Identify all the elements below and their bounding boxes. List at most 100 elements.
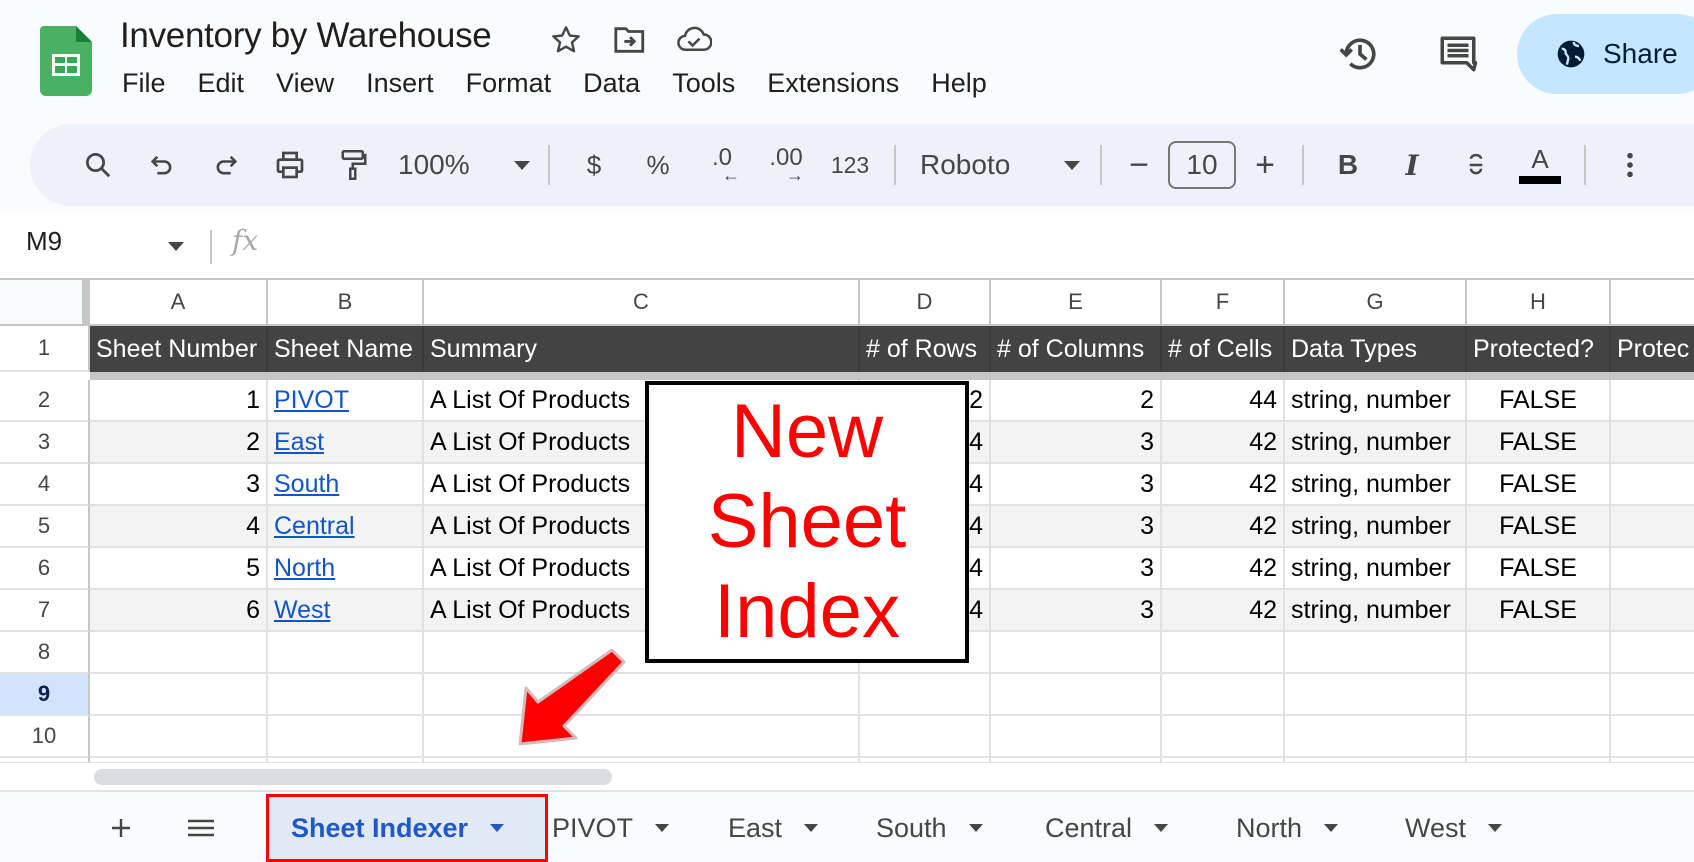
table-cell[interactable]: 42	[1162, 548, 1285, 590]
menu-edit[interactable]: Edit	[198, 68, 245, 99]
sheet-tab[interactable]: South	[876, 794, 983, 862]
cloud-saved-icon[interactable]	[674, 20, 714, 60]
table-cell[interactable]: FALSE	[1467, 380, 1611, 422]
table-cell[interactable]: string, number	[1285, 464, 1467, 506]
table-cell[interactable]: FALSE	[1467, 464, 1611, 506]
table-cell[interactable]: 3	[991, 506, 1162, 548]
table-cell[interactable]: FALSE	[1467, 548, 1611, 590]
column-header[interactable]: E	[991, 280, 1162, 326]
move-folder-icon[interactable]	[610, 20, 650, 60]
table-cell[interactable]: string, number	[1285, 380, 1467, 422]
menu-help[interactable]: Help	[931, 68, 987, 99]
zoom-select[interactable]: 100%	[386, 137, 536, 193]
table-cell[interactable]	[1611, 590, 1694, 632]
table-cell[interactable]: 4	[90, 506, 268, 548]
table-cell[interactable]	[90, 632, 268, 674]
table-cell[interactable]: 42	[1162, 464, 1285, 506]
table-cell[interactable]: 3	[90, 464, 268, 506]
table-cell[interactable]: 42	[1162, 422, 1285, 464]
header-cell[interactable]: # of Columns	[991, 326, 1162, 372]
table-cell[interactable]	[1611, 380, 1694, 422]
table-cell[interactable]	[1611, 632, 1694, 674]
table-cell[interactable]: West	[268, 590, 424, 632]
undo-button[interactable]	[130, 137, 194, 193]
strikethrough-button[interactable]	[1444, 137, 1508, 193]
chevron-down-icon[interactable]	[1324, 824, 1339, 832]
header-cell[interactable]: # of Cells	[1162, 326, 1285, 372]
table-cell[interactable]	[424, 716, 860, 758]
table-cell[interactable]	[1162, 632, 1285, 674]
table-cell[interactable]	[1285, 674, 1467, 716]
table-cell[interactable]	[1162, 716, 1285, 758]
decrease-font-size-button[interactable]: −	[1114, 137, 1164, 193]
table-cell[interactable]	[1467, 716, 1611, 758]
row-header[interactable]: 10	[0, 716, 90, 758]
table-cell[interactable]	[424, 674, 860, 716]
chevron-down-icon[interactable]	[968, 824, 983, 832]
bold-button[interactable]: B	[1316, 137, 1380, 193]
redo-button[interactable]	[194, 137, 258, 193]
increase-decimal-button[interactable]: .00 →	[754, 137, 818, 193]
sheet-link[interactable]: PIVOT	[274, 386, 349, 415]
sheet-link[interactable]: West	[274, 596, 331, 625]
share-button[interactable]: Share	[1517, 14, 1694, 94]
paint-format-button[interactable]	[322, 137, 386, 193]
chevron-down-icon[interactable]	[168, 242, 184, 251]
column-header[interactable]: F	[1162, 280, 1285, 326]
table-cell[interactable]: FALSE	[1467, 506, 1611, 548]
column-header[interactable]	[1611, 280, 1694, 326]
table-cell[interactable]	[268, 632, 424, 674]
decrease-decimal-button[interactable]: .0 ←	[690, 137, 754, 193]
row-header[interactable]: 6	[0, 548, 90, 590]
table-cell[interactable]	[991, 632, 1162, 674]
table-cell[interactable]: FALSE	[1467, 590, 1611, 632]
sheets-logo-icon[interactable]	[40, 26, 92, 96]
table-cell[interactable]: string, number	[1285, 506, 1467, 548]
horizontal-scrollbar[interactable]	[0, 762, 1694, 790]
table-cell[interactable]: 2	[991, 380, 1162, 422]
table-cell[interactable]: 42	[1162, 506, 1285, 548]
header-cell[interactable]: Data Types	[1285, 326, 1467, 372]
table-cell[interactable]: string, number	[1285, 548, 1467, 590]
header-cell[interactable]: Summary	[424, 326, 860, 372]
star-icon[interactable]	[546, 20, 586, 60]
table-cell[interactable]: PIVOT	[268, 380, 424, 422]
row-header[interactable]: 7	[0, 590, 90, 632]
table-cell[interactable]	[1611, 506, 1694, 548]
table-cell[interactable]	[1611, 464, 1694, 506]
horizontal-scrollbar-thumb[interactable]	[94, 769, 612, 785]
sheet-link[interactable]: East	[274, 428, 324, 457]
chevron-down-icon[interactable]	[1154, 824, 1169, 832]
menu-tools[interactable]: Tools	[672, 68, 735, 99]
sheet-link[interactable]: North	[274, 554, 335, 583]
table-cell[interactable]	[1467, 632, 1611, 674]
increase-font-size-button[interactable]: +	[1240, 137, 1290, 193]
table-cell[interactable]: 2	[90, 422, 268, 464]
percent-format-button[interactable]: %	[626, 137, 690, 193]
font-select[interactable]: Roboto	[908, 137, 1088, 193]
menu-view[interactable]: View	[276, 68, 334, 99]
table-cell[interactable]: 3	[991, 422, 1162, 464]
text-color-button[interactable]: A	[1508, 137, 1572, 193]
table-cell[interactable]	[268, 716, 424, 758]
formula-input[interactable]	[280, 222, 1680, 268]
chevron-down-icon[interactable]	[490, 824, 505, 832]
menu-file[interactable]: File	[122, 68, 166, 99]
table-cell[interactable]: 3	[991, 464, 1162, 506]
row-header[interactable]: 8	[0, 632, 90, 674]
more-formats-button[interactable]: 123	[818, 137, 882, 193]
search-menus-button[interactable]	[66, 137, 130, 193]
header-cell[interactable]: # of Rows	[860, 326, 991, 372]
column-header[interactable]: G	[1285, 280, 1467, 326]
table-cell[interactable]: string, number	[1285, 422, 1467, 464]
sheet-tab[interactable]: North	[1236, 794, 1339, 862]
table-cell[interactable]	[1285, 632, 1467, 674]
table-cell[interactable]	[991, 674, 1162, 716]
font-size-input[interactable]: 10	[1168, 141, 1236, 189]
table-cell[interactable]	[1611, 716, 1694, 758]
all-sheets-button[interactable]	[176, 806, 226, 850]
table-cell[interactable]	[1611, 548, 1694, 590]
table-cell[interactable]	[860, 716, 991, 758]
table-cell[interactable]	[1611, 674, 1694, 716]
document-title[interactable]: Inventory by Warehouse	[120, 16, 492, 56]
